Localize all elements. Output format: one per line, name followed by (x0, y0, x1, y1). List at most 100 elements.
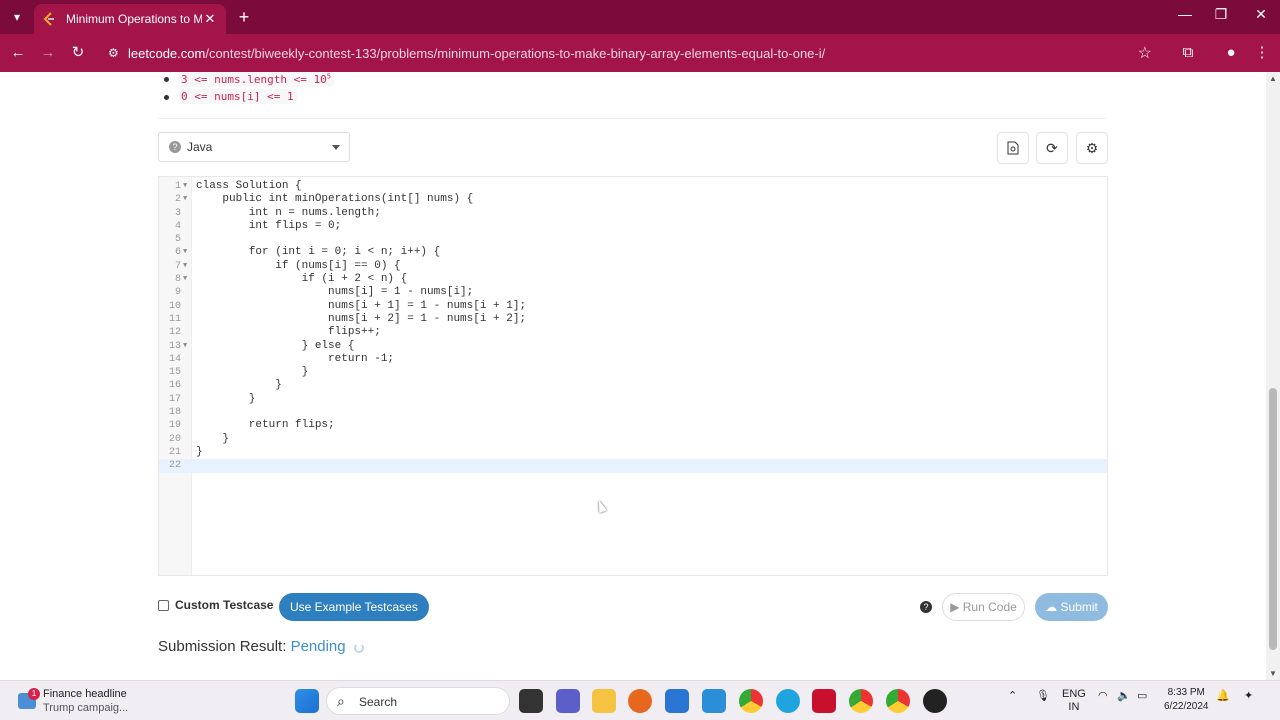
fold-toggle-icon[interactable]: ▼ (183, 180, 191, 193)
fold-toggle-icon[interactable]: ▼ (183, 260, 191, 273)
code-line[interactable]: 20 } (159, 433, 1107, 446)
settings-button[interactable]: ⚙ (1076, 132, 1108, 164)
help-icon[interactable]: ? (920, 601, 932, 613)
document-icon (1007, 141, 1019, 155)
profile-icon[interactable]: ● (1221, 43, 1241, 63)
code-line[interactable]: 17 } (159, 393, 1107, 406)
code-line[interactable]: 7 ▼ if (nums[i] == 0) { (159, 260, 1107, 273)
close-window-button[interactable]: ✕ (1248, 6, 1274, 23)
extensions-icon[interactable]: ⧉ (1178, 43, 1198, 63)
browser-chrome: ▾ Minimum Operations to Make Binary Arra… (0, 0, 1280, 72)
line-number: 3 (174, 207, 181, 219)
code-line[interactable]: 12 flips++; (159, 326, 1107, 339)
line-number: 13 (168, 340, 181, 352)
code-line[interactable]: 19 return flips; (159, 419, 1107, 432)
search-icon: ⌕ (337, 693, 345, 709)
fold-toggle-icon[interactable]: ▼ (183, 246, 191, 259)
gear-icon: ⚙ (1085, 139, 1099, 156)
volume-icon[interactable]: 🔈 (1117, 689, 1131, 702)
run-code-button[interactable]: ▶ Run Code (942, 593, 1025, 621)
leetcode-favicon-icon (42, 12, 56, 26)
forward-button[interactable]: → (38, 43, 58, 63)
address-bar[interactable]: ⚙ leetcode.com/contest/biweekly-contest-… (98, 39, 1170, 67)
back-button[interactable]: ← (8, 43, 28, 63)
code-editor[interactable]: 1 ▼ class Solution {2 ▼ public int minOpera… (158, 176, 1108, 576)
chevron-up-icon[interactable]: ⌃ (1008, 689, 1017, 702)
line-number: 20 (168, 433, 181, 445)
code-line[interactable]: 5 (159, 233, 1107, 246)
file-explorer-icon[interactable] (592, 689, 616, 713)
copilot-icon[interactable]: ✦ (1244, 689, 1253, 702)
code-line[interactable]: 21} (159, 446, 1107, 459)
microphone-icon[interactable]: 🎙 (1036, 689, 1050, 702)
reload-button[interactable]: ↻ (68, 43, 88, 63)
store-icon[interactable] (665, 689, 689, 713)
code-line[interactable]: 14 return -1; (159, 353, 1107, 366)
reset-to-default-button[interactable] (997, 132, 1029, 164)
cloud-upload-icon: ☁ (1045, 600, 1058, 614)
clock[interactable]: 8:33 PM 6/22/2024 (1164, 686, 1209, 714)
code-line[interactable]: 11 nums[i + 2] = 1 - nums[i + 2]; (159, 313, 1107, 326)
code-lines[interactable]: 1 ▼ class Solution {2 ▼ public int minOpera… (159, 180, 1107, 473)
site-info-icon[interactable]: ⚙ (108, 46, 128, 60)
code-line[interactable]: 1 ▼ class Solution { (159, 180, 1107, 193)
chrome-icon[interactable] (739, 689, 763, 713)
retrieve-code-button[interactable]: ⟳ (1036, 132, 1068, 164)
chrome-profile-icon[interactable] (886, 689, 910, 713)
battery-icon[interactable]: ▭ (1137, 689, 1147, 702)
code-line[interactable]: 13 ▼ } else { (159, 340, 1107, 353)
taskbar-search[interactable]: ⌕ Search (326, 687, 510, 715)
submit-button[interactable]: ☁ Submit (1035, 593, 1108, 621)
windows-start-icon[interactable] (295, 689, 319, 713)
code-line[interactable]: 15 } (159, 366, 1107, 379)
code-line[interactable]: 22 (159, 459, 1107, 473)
code-text: flips++; (196, 326, 381, 339)
code-line[interactable]: 18 (159, 406, 1107, 419)
tab-search-button[interactable]: ▾ (6, 7, 28, 27)
vscode-icon[interactable] (702, 689, 726, 713)
code-text: return -1; (196, 352, 395, 365)
fold-toggle-icon[interactable]: ▼ (183, 193, 191, 206)
scrollbar-thumb[interactable] (1269, 388, 1277, 650)
task-view-icon[interactable] (519, 689, 543, 713)
browser-tab[interactable]: Minimum Operations to Make Binary Array … (34, 4, 226, 34)
code-line[interactable]: 8 ▼ if (i + 2 < n) { (159, 273, 1107, 286)
code-line[interactable]: 4 int flips = 0; (159, 220, 1107, 233)
language-select[interactable]: ? Java (158, 132, 350, 162)
teams-icon[interactable] (556, 689, 580, 713)
custom-testcase-checkbox[interactable] (158, 600, 169, 611)
page-scrollbar[interactable]: ▲ ▼ (1266, 72, 1280, 680)
code-line[interactable]: 16 } (159, 379, 1107, 392)
custom-testcase-label[interactable]: Custom Testcase (175, 598, 273, 612)
edge-icon[interactable] (776, 689, 800, 713)
use-example-testcases-button[interactable]: Use Example Testcases (279, 593, 429, 621)
code-text: nums[i + 2] = 1 - nums[i + 2]; (196, 312, 527, 325)
code-text: int flips = 0; (196, 219, 342, 232)
minimize-button[interactable]: — (1172, 6, 1198, 22)
loading-spinner-icon (354, 643, 364, 653)
scroll-down-arrow-icon[interactable]: ▼ (1269, 669, 1277, 678)
app-icon[interactable] (923, 689, 947, 713)
code-line[interactable]: 9 nums[i] = 1 - nums[i]; (159, 286, 1107, 299)
menu-kebab-icon[interactable]: ⋮ (1252, 43, 1272, 63)
maximize-button[interactable]: ❐ (1208, 6, 1234, 23)
wifi-icon[interactable]: ◠ (1098, 689, 1108, 702)
language-indicator[interactable]: ENG IN (1062, 688, 1086, 714)
fold-toggle-icon[interactable]: ▼ (183, 273, 191, 286)
fold-toggle-icon[interactable]: ▼ (183, 340, 191, 353)
notification-bell-icon[interactable]: 🔔 (1216, 689, 1230, 702)
close-tab-icon[interactable]: ✕ (202, 11, 218, 27)
code-line[interactable]: 2 ▼ public int minOperations(int[] nums) … (159, 193, 1107, 206)
bookmark-star-icon[interactable]: ☆ (1138, 43, 1152, 63)
chrome-profile-icon[interactable] (849, 689, 873, 713)
scroll-up-arrow-icon[interactable]: ▲ (1269, 74, 1277, 83)
new-tab-button[interactable]: + (234, 7, 254, 27)
news-widget[interactable]: 1 Finance headline Trump campaig... (14, 685, 174, 717)
code-line[interactable]: 3 int n = nums.length; (159, 207, 1107, 220)
mcafee-icon[interactable] (812, 689, 836, 713)
code-text: int n = nums.length; (196, 206, 381, 219)
result-label: Submission Result: (158, 638, 287, 655)
code-line[interactable]: 6 ▼ for (int i = 0; i < n; i++) { (159, 246, 1107, 259)
firefox-icon[interactable] (628, 689, 652, 713)
code-line[interactable]: 10 nums[i + 1] = 1 - nums[i + 1]; (159, 300, 1107, 313)
